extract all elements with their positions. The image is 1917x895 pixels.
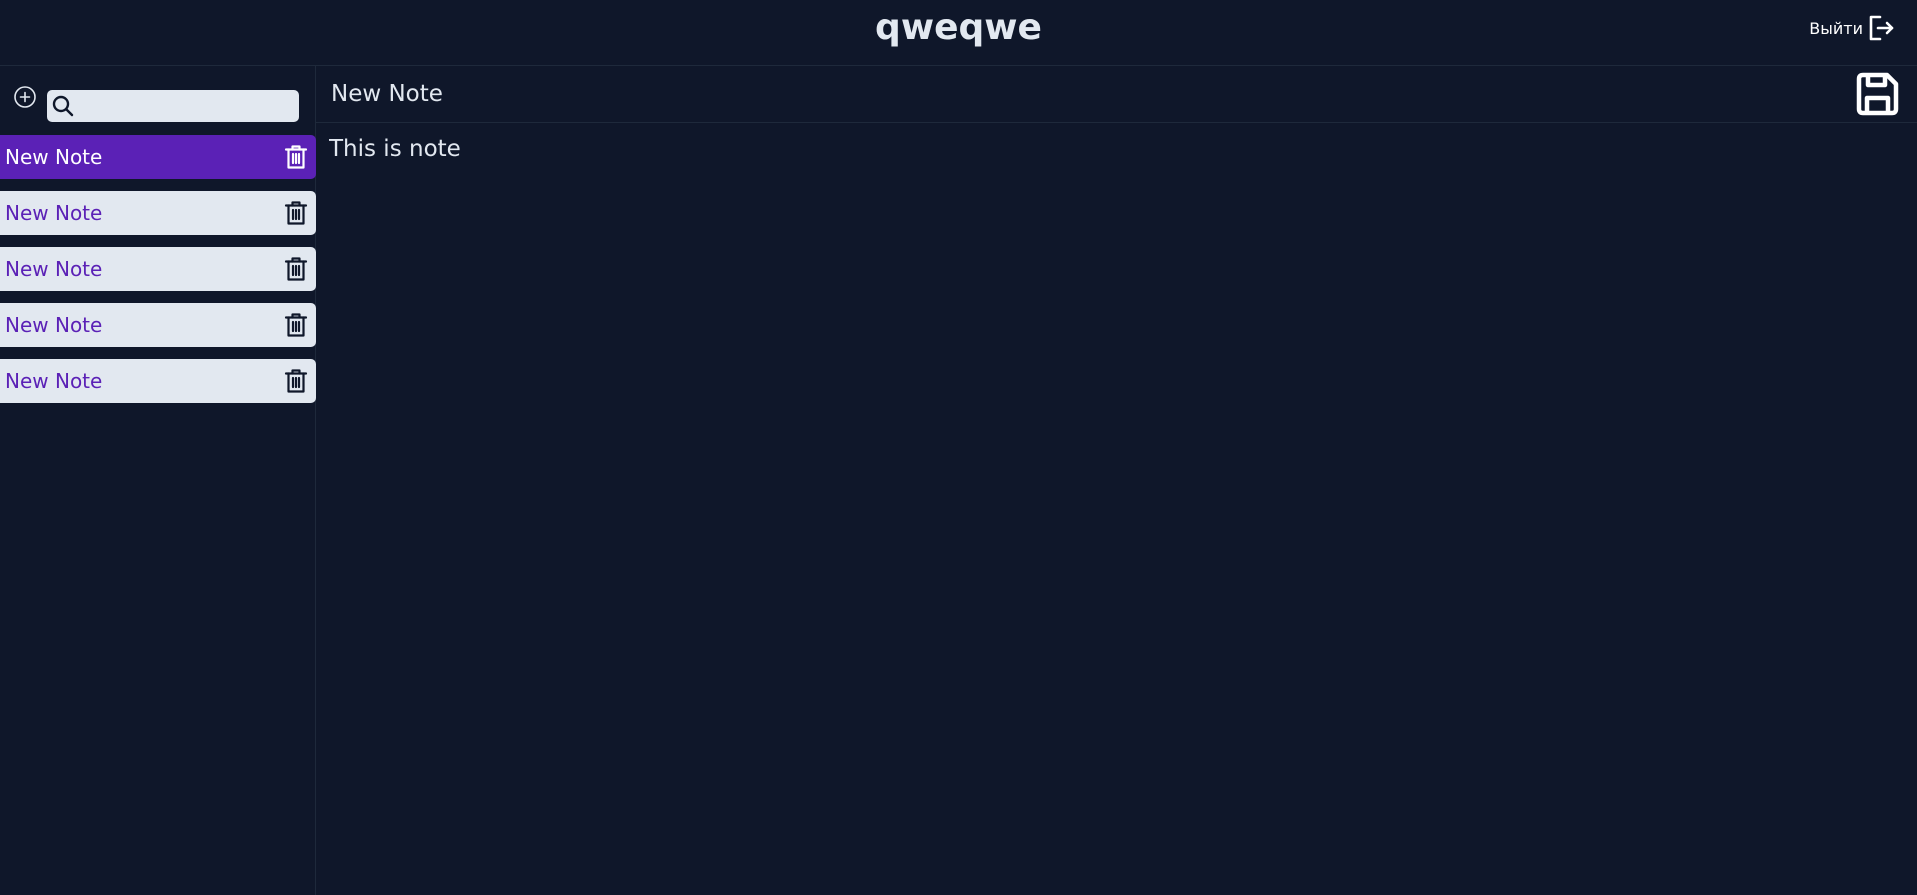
note-item-title: New Note <box>5 369 103 393</box>
delete-note-button[interactable] <box>282 143 310 171</box>
note-list-item[interactable]: New Note <box>0 303 316 347</box>
search-input[interactable] <box>79 90 295 122</box>
editor-header <box>316 66 1917 123</box>
trash-icon <box>284 257 308 281</box>
search-icon <box>52 95 74 117</box>
trash-icon <box>284 145 308 169</box>
notes-list: New Note New Note New Note New Note New Note <box>0 135 316 415</box>
note-body-editor[interactable]: This is note <box>329 136 1889 876</box>
save-button[interactable] <box>1853 70 1901 118</box>
trash-icon <box>284 201 308 225</box>
note-item-title: New Note <box>5 201 103 225</box>
logout-label: Выйти <box>1809 18 1863 38</box>
delete-note-button[interactable] <box>282 199 310 227</box>
note-item-title: New Note <box>5 257 103 281</box>
note-editor: This is note <box>316 66 1917 895</box>
note-title-input[interactable] <box>329 74 1529 114</box>
note-list-item[interactable]: New Note <box>0 191 316 235</box>
floppy-disk-icon <box>1856 72 1899 116</box>
note-item-title: New Note <box>5 145 103 169</box>
logout-button[interactable]: Выйти <box>1809 14 1895 42</box>
sidebar-toolbar <box>0 78 316 122</box>
note-list-item[interactable]: New Note <box>0 247 316 291</box>
add-note-button[interactable] <box>12 84 38 110</box>
app-header: qweqwe Выйти <box>0 0 1917 66</box>
delete-note-button[interactable] <box>282 255 310 283</box>
delete-note-button[interactable] <box>282 311 310 339</box>
notes-sidebar: New Note New Note New Note New Note New Note <box>0 66 316 895</box>
trash-icon <box>284 313 308 337</box>
note-list-item[interactable]: New Note <box>0 359 316 403</box>
app-title: qweqwe <box>875 7 1042 48</box>
logout-icon <box>1869 15 1894 41</box>
note-list-item[interactable]: New Note <box>0 135 316 179</box>
note-item-title: New Note <box>5 313 103 337</box>
delete-note-button[interactable] <box>282 367 310 395</box>
plus-circle-icon <box>14 86 36 108</box>
trash-icon <box>284 369 308 393</box>
search-box <box>47 90 299 122</box>
